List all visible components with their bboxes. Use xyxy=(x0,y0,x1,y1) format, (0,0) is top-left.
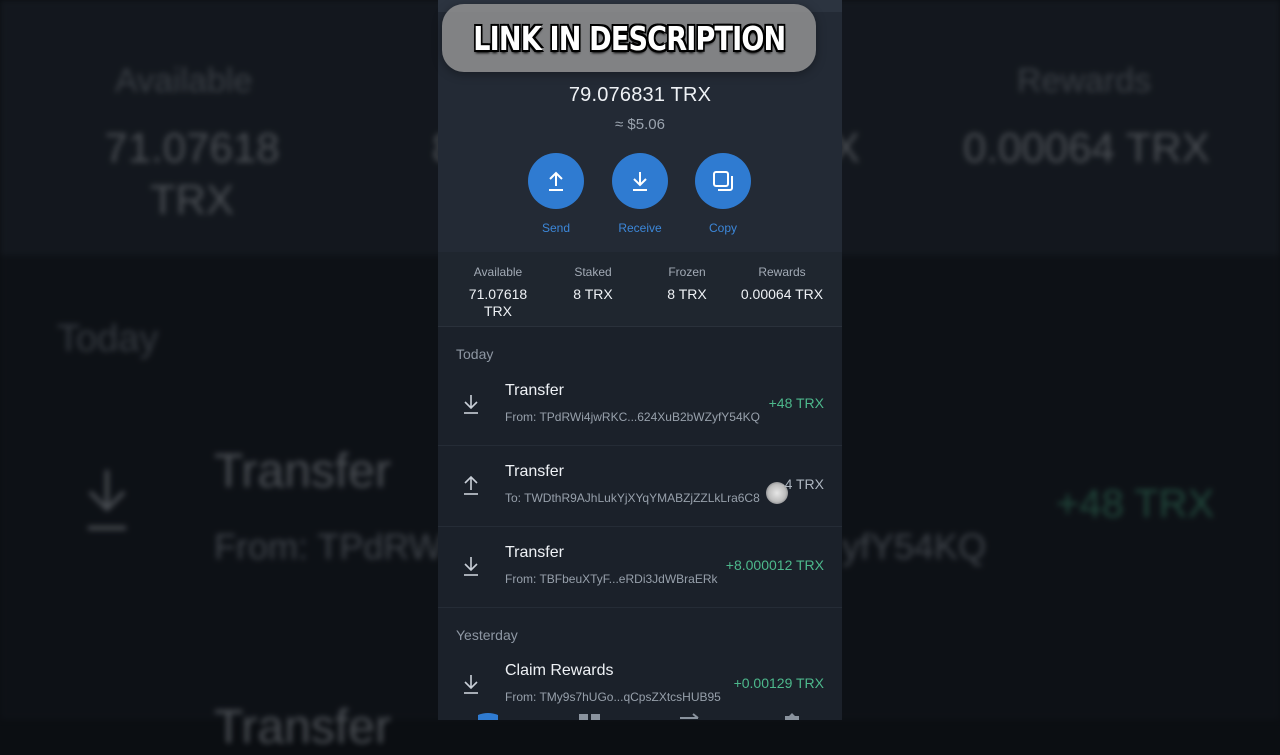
bg-available-value: 71.07618 TRX xyxy=(104,124,280,223)
stat-staked: Staked 8 TRX xyxy=(545,265,641,303)
stat-available-value: 71.07618 TRX xyxy=(468,286,528,319)
transaction-amount: +8.000012 TRX xyxy=(725,557,824,573)
stat-available-label: Available xyxy=(473,265,523,279)
transaction-amount: +0.00129 TRX xyxy=(733,675,824,691)
transaction-address: From: TBFbeuXTyF...eRDi3JdWBraERk xyxy=(505,572,718,586)
receive-button[interactable]: Receive xyxy=(600,153,680,235)
transaction-title: Transfer xyxy=(505,463,564,480)
bg-transfer-title: Transfer xyxy=(214,445,391,498)
bg-transfer-from-left: From: TPdRW xyxy=(214,526,443,567)
stat-rewards-value: 0.00064 TRX xyxy=(740,286,824,302)
transaction-amount: +48 TRX xyxy=(768,395,824,411)
transaction-address: To: TWDthR9AJhLukYjXYqYMABZjZZLkLra6C8 xyxy=(505,491,760,505)
copy-icon xyxy=(713,171,733,191)
receive-circle[interactable] xyxy=(612,153,668,209)
upload-icon xyxy=(549,171,563,191)
wallet-shield-icon[interactable] xyxy=(476,712,500,720)
resource-stats: Available 71.07618 TRX Staked 8 TRX Froz… xyxy=(438,252,842,327)
balance-amount: 79.076831 TRX xyxy=(568,84,712,106)
stat-available: Available 71.07618 TRX xyxy=(450,265,546,320)
copy-button[interactable]: Copy xyxy=(683,153,763,235)
stat-rewards: Rewards 0.00064 TRX xyxy=(734,265,830,303)
apps-grid-icon[interactable] xyxy=(578,712,602,720)
swap-arrows-icon[interactable] xyxy=(678,712,702,720)
copy-circle[interactable] xyxy=(695,153,751,209)
transaction-row[interactable]: Transfer From: TBFbeuXTyF...eRDi3JdWBraE… xyxy=(438,527,842,608)
stat-frozen-label: Frozen xyxy=(668,265,706,279)
send-button[interactable]: Send xyxy=(516,153,596,235)
send-circle[interactable] xyxy=(528,153,584,209)
download-icon xyxy=(464,395,478,414)
section-today: Today xyxy=(456,346,494,362)
banner-text: LINK IN DESCRIPTION xyxy=(472,18,786,58)
bg-rewards-label: Rewards xyxy=(1017,62,1152,100)
stat-frozen-value: 8 TRX xyxy=(667,286,707,302)
send-label: Send xyxy=(541,221,571,235)
download-icon xyxy=(464,557,478,576)
bg-download-icon xyxy=(88,470,126,530)
stat-rewards-label: Rewards xyxy=(758,265,806,279)
upload-icon xyxy=(464,475,478,495)
phone-screen: 79.076831 TRX ≈ $5.06 Send Receive Copy … xyxy=(438,0,842,720)
bg-rewards-value: 0.00064 TRX xyxy=(963,124,1210,171)
settings-gear-icon[interactable] xyxy=(780,712,804,720)
transaction-row[interactable]: Transfer From: TPdRWi4jwRKC...624XuB2bWZ… xyxy=(438,365,842,446)
link-in-description-banner: LINK IN DESCRIPTION xyxy=(442,4,816,72)
stat-frozen: Frozen 8 TRX xyxy=(639,265,735,303)
bg-section-today: Today xyxy=(57,318,159,360)
bottom-navigation xyxy=(438,706,842,720)
stat-staked-value: 8 TRX xyxy=(573,286,613,302)
section-yesterday: Yesterday xyxy=(456,627,518,643)
download-icon xyxy=(464,675,478,694)
fiat-value: ≈ $5.06 xyxy=(615,116,665,133)
bg-transfer-amount: +48 TRX xyxy=(1056,482,1215,526)
transaction-title: Transfer xyxy=(505,382,564,399)
copy-label: Copy xyxy=(708,221,737,235)
bg-transfer-from-right: yfY54KQ xyxy=(842,526,987,567)
touch-indicator xyxy=(766,482,788,504)
transaction-title: Claim Rewards xyxy=(505,662,614,679)
transaction-address: From: TMy9s7hUGo...qCpsZXtcsHUB95 xyxy=(505,690,721,704)
transaction-title: Transfer xyxy=(505,544,564,561)
bg-available-label: Available xyxy=(115,62,253,100)
transaction-address: From: TPdRWi4jwRKC...624XuB2bWZyfY54KQ xyxy=(505,410,760,424)
download-icon xyxy=(633,172,647,191)
stat-staked-label: Staked xyxy=(574,265,612,279)
bg-transfer-title-cut: Transfer xyxy=(214,701,391,754)
receive-label: Receive xyxy=(618,221,662,235)
